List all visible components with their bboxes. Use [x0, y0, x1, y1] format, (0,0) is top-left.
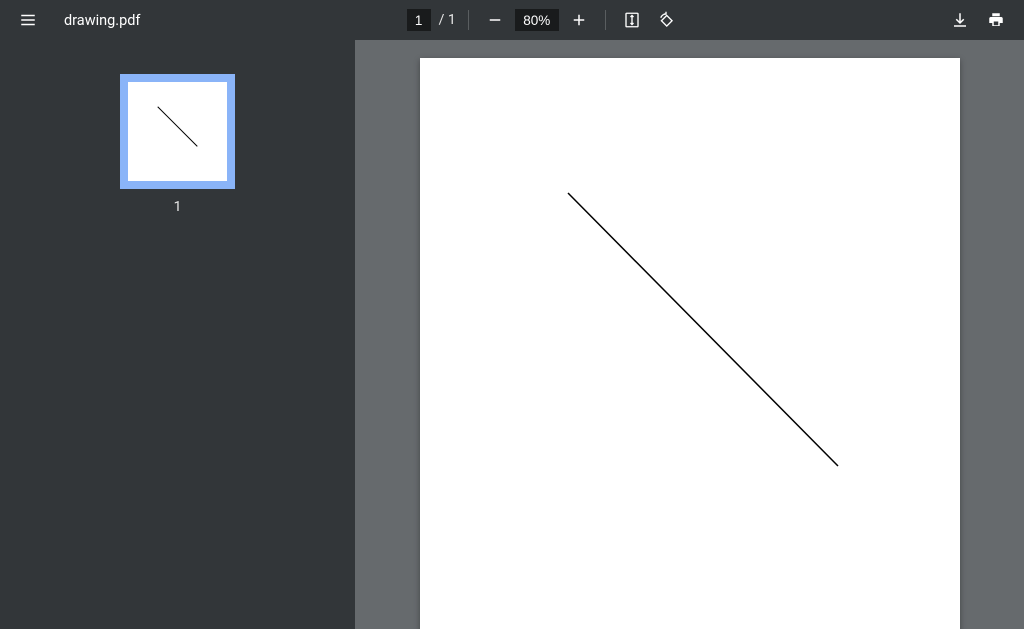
zoom-out-icon[interactable] — [481, 6, 509, 34]
thumbnail-sidebar: 1 — [0, 40, 355, 629]
menu-icon[interactable] — [14, 6, 42, 34]
page-number-input[interactable] — [407, 9, 431, 31]
thumbnail-label: 1 — [174, 199, 182, 215]
pdf-page — [420, 58, 960, 629]
divider — [468, 10, 469, 30]
content-area: 1 — [0, 40, 1024, 629]
thumbnail-frame-selected — [120, 74, 235, 189]
download-icon[interactable] — [946, 6, 974, 34]
print-icon[interactable] — [982, 6, 1010, 34]
pdf-viewer-app: drawing.pdf / 1 — [0, 0, 1024, 629]
file-name: drawing.pdf — [64, 12, 140, 29]
rotate-icon[interactable] — [652, 6, 680, 34]
zoom-in-icon[interactable] — [565, 6, 593, 34]
fit-page-icon[interactable] — [618, 6, 646, 34]
page-viewport[interactable] — [355, 40, 1024, 629]
thumbnail-item[interactable]: 1 — [120, 74, 235, 215]
divider — [605, 10, 606, 30]
zoom-level-input[interactable] — [515, 9, 559, 31]
toolbar: drawing.pdf / 1 — [0, 0, 1024, 40]
toolbar-center: / 1 — [407, 6, 680, 34]
page-total: / 1 — [439, 12, 456, 28]
thumbnail-page — [128, 82, 227, 181]
